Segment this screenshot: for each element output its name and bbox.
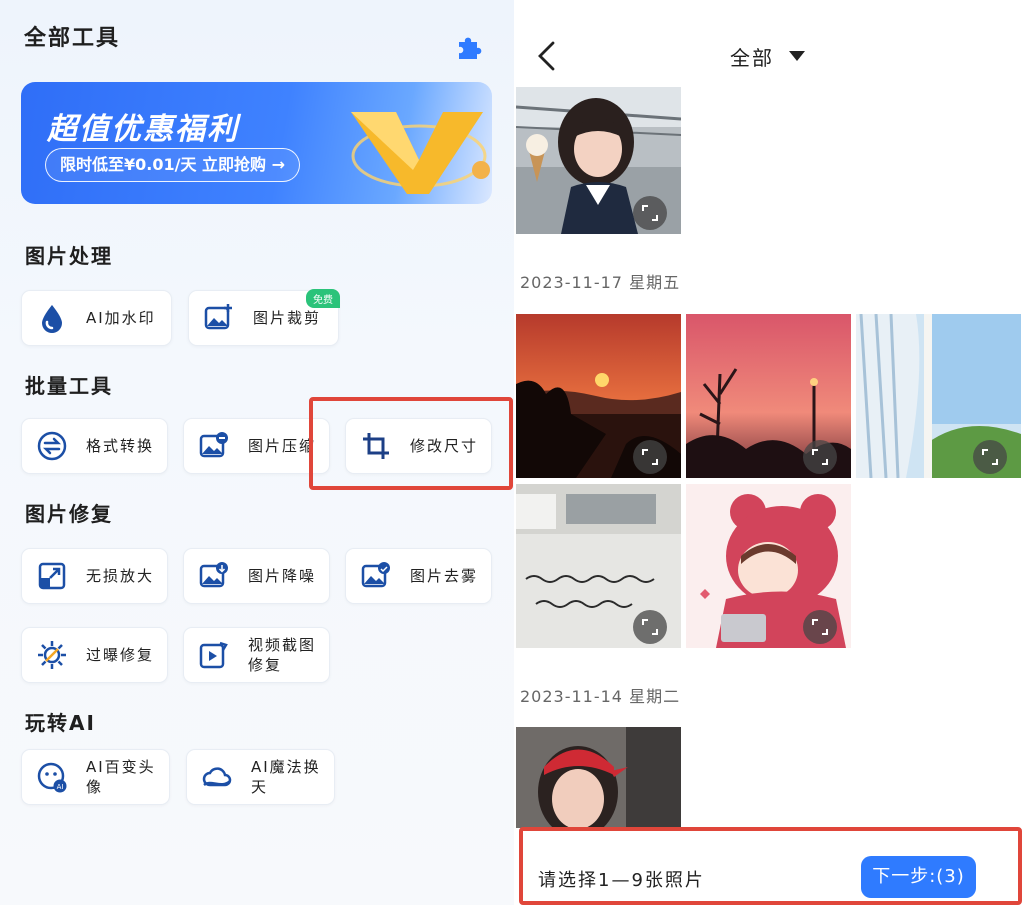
cloud-icon — [202, 767, 232, 787]
tool-label: 视频截图 修复 — [248, 636, 317, 674]
tool-label: AI魔法换天 — [251, 758, 321, 796]
date-header: 2023-11-14 星期二 — [520, 687, 681, 706]
tool-label: 图片裁剪 — [253, 309, 322, 327]
expand-button[interactable] — [633, 610, 667, 644]
expand-icon — [642, 619, 658, 635]
album-selector[interactable]: 全部 — [730, 42, 774, 71]
tool-label: 格式转换 — [86, 437, 155, 455]
banner-cta-button[interactable]: 限时低至¥0.01/天 立即抢购 → — [45, 148, 301, 182]
convert-icon — [37, 431, 67, 461]
expand-button[interactable] — [633, 440, 667, 474]
compress-icon — [199, 432, 228, 458]
tool-label: AI百变头像 — [86, 758, 156, 796]
sun-icon — [38, 641, 66, 669]
tool-dehaze[interactable]: 图片去雾 — [345, 548, 492, 604]
video-capture-icon — [199, 641, 228, 669]
tool-ai-watermark[interactable]: AI加水印 — [21, 290, 172, 346]
highlight-box-resize — [309, 397, 513, 490]
crop-image-icon — [204, 304, 232, 330]
tool-image-compress[interactable]: 图片压缩 — [183, 418, 330, 474]
section-title-image-processing: 图片处理 — [25, 244, 113, 268]
dehaze-icon — [361, 562, 390, 588]
caret-down-icon[interactable] — [789, 50, 805, 62]
tool-format-convert[interactable]: 格式转换 — [21, 418, 168, 474]
tool-label: 图片去雾 — [410, 567, 479, 585]
tool-label: AI加水印 — [86, 309, 156, 327]
photo-thumbnail[interactable] — [856, 314, 1021, 478]
promo-banner[interactable]: 超值优惠福利 限时低至¥0.01/天 立即抢购 → — [21, 82, 492, 204]
highlight-box-footer — [519, 827, 1022, 905]
photo-thumbnail[interactable] — [516, 314, 681, 478]
expand-button[interactable] — [973, 440, 1007, 474]
tool-video-screenshot-fix[interactable]: 视频截图 修复 — [183, 627, 330, 683]
photo-thumbnail[interactable] — [686, 484, 851, 648]
banner-title: 超值优惠福利 — [47, 112, 239, 147]
page-title: 全部工具 — [24, 26, 121, 51]
section-title-play-ai: 玩转AI — [25, 711, 96, 735]
tool-ai-sky-replace[interactable]: AI魔法换天 — [186, 749, 335, 805]
tool-ai-avatar[interactable]: AI AI百变头像 — [21, 749, 170, 805]
expand-button[interactable] — [633, 196, 667, 230]
expand-icon — [812, 449, 828, 465]
tool-label: 图片压缩 — [248, 437, 317, 455]
tool-denoise[interactable]: 图片降噪 — [183, 548, 330, 604]
tool-lossless-upscale[interactable]: 无损放大 — [21, 548, 168, 604]
tool-label: 无损放大 — [86, 567, 155, 585]
tool-label: 过曝修复 — [86, 646, 155, 664]
upscale-icon — [38, 562, 66, 590]
expand-button[interactable] — [803, 440, 837, 474]
back-arrow-icon[interactable] — [534, 40, 560, 72]
photo-thumbnail[interactable] — [516, 484, 681, 648]
expand-button[interactable] — [803, 610, 837, 644]
expand-icon — [982, 449, 998, 465]
photo-thumbnail[interactable] — [516, 87, 681, 234]
vip-logo-icon — [351, 112, 490, 194]
denoise-icon — [199, 562, 228, 588]
ai-face-icon: AI — [37, 762, 67, 793]
tool-label: 图片降噪 — [248, 567, 317, 585]
date-header: 2023-11-17 星期五 — [520, 273, 681, 292]
puzzle-icon[interactable] — [455, 33, 483, 61]
water-drop-icon — [42, 305, 62, 333]
photo-thumbnail[interactable] — [686, 314, 851, 478]
tools-panel: 全部工具 超值优惠福利 限时低至¥0.01/天 立即抢购 → 图片处理 AI加水… — [0, 0, 514, 905]
tool-overexposure-fix[interactable]: 过曝修复 — [21, 627, 168, 683]
photo-image — [516, 727, 681, 832]
free-badge: 免费 — [306, 289, 340, 308]
svg-text:AI: AI — [57, 783, 64, 791]
section-title-image-repair: 图片修复 — [25, 502, 113, 526]
tool-image-crop[interactable]: 图片裁剪 免费 — [188, 289, 340, 346]
expand-icon — [642, 449, 658, 465]
expand-icon — [812, 619, 828, 635]
photo-thumbnail[interactable] — [516, 727, 681, 832]
section-title-batch-tools: 批量工具 — [25, 374, 113, 398]
expand-icon — [642, 205, 658, 221]
photo-picker-panel: 全部 2023-11-17 星期五 2023-11-14 星期二 请选择1—9张… — [514, 0, 1024, 905]
